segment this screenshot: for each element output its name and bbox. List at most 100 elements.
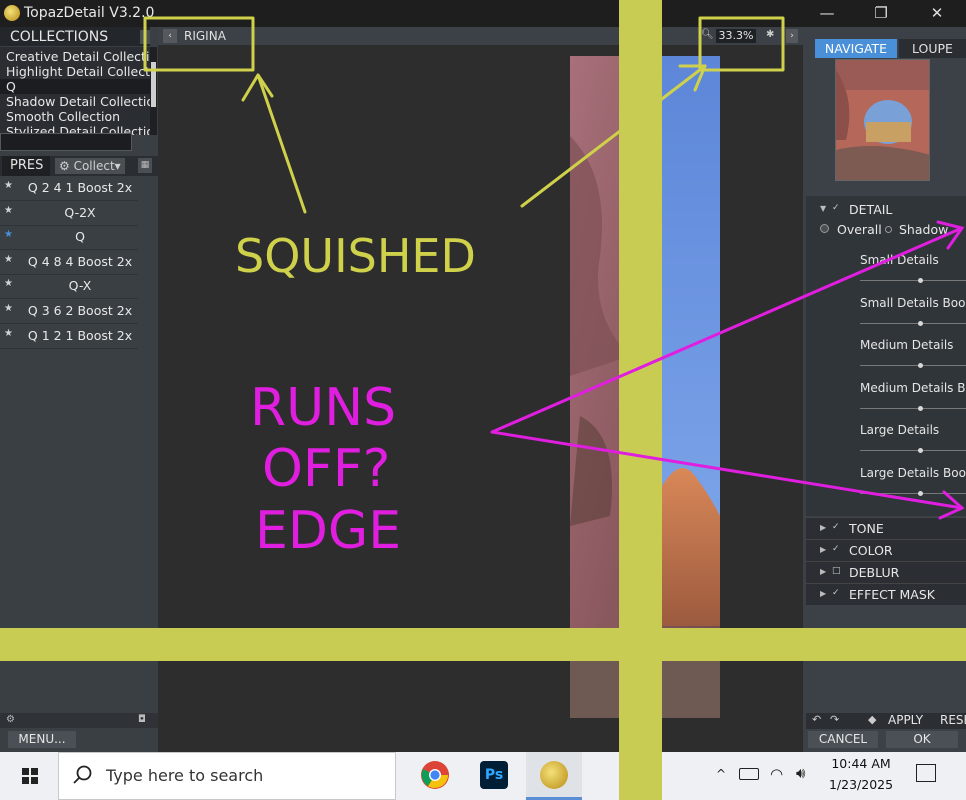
slider-handle[interactable] (918, 320, 923, 326)
preset-label: Q 4 8 4 Boost 2x (27, 253, 133, 269)
collection-item[interactable]: Creative Detail Collection (6, 49, 152, 64)
collect-dropdown[interactable]: ⚙ Collect▾ (55, 158, 125, 174)
camera-icon[interactable]: ◘ (138, 714, 146, 725)
settings-icon[interactable]: ⚙ (6, 714, 15, 725)
preset-row[interactable]: ★ Q 2 4 1 Boost 2x (0, 176, 138, 201)
windows-start-icon[interactable] (22, 768, 38, 784)
grid-view-icon[interactable]: ▦ (138, 158, 152, 173)
radio-overall-label: Overall (837, 222, 882, 237)
detail-section-title: DETAIL (849, 202, 893, 217)
view-mode-label[interactable]: RIGINA (184, 29, 226, 43)
preset-row[interactable]: ★ Q (0, 225, 138, 251)
chevron-left-icon[interactable]: ‹ (163, 29, 177, 43)
chevron-right-icon[interactable]: ▶ (820, 589, 826, 598)
section-title: EFFECT MASK (849, 587, 935, 602)
slider-track[interactable] (860, 365, 966, 366)
check-icon[interactable]: ✓ (832, 544, 840, 554)
reset-button[interactable]: RESET (940, 713, 966, 727)
search-icon (72, 764, 94, 786)
minimize-button[interactable]: — (802, 0, 852, 27)
collections-scroll-thumb[interactable] (151, 62, 156, 107)
chrome-icon[interactable] (420, 760, 450, 790)
gear-icon: ⚙ (59, 159, 74, 173)
battery-icon[interactable] (739, 768, 759, 780)
restore-button[interactable]: ❐ (856, 0, 906, 27)
check-icon[interactable]: ✓ (832, 522, 840, 532)
chevron-right-icon[interactable]: ▶ (820, 567, 826, 576)
photoshop-icon[interactable]: Ps (480, 761, 508, 789)
eraser-icon[interactable]: ◆ (868, 713, 876, 726)
check-icon[interactable]: ✓ (832, 588, 840, 598)
redo-icon[interactable]: ↷ (830, 713, 839, 726)
star-icon[interactable]: ★ (4, 328, 13, 339)
collection-item[interactable]: Smooth Collection (6, 109, 120, 124)
star-icon[interactable]: ★ (4, 303, 13, 314)
slider-handle[interactable] (918, 448, 923, 453)
star-icon[interactable]: ★ (4, 205, 13, 216)
chevron-down-icon[interactable]: ▼ (820, 204, 826, 213)
preview-image[interactable] (570, 56, 720, 718)
navigator-thumbnail[interactable] (835, 59, 930, 181)
collections-collapse-button[interactable] (140, 30, 150, 44)
slider-track[interactable] (860, 280, 966, 281)
chevron-right-icon[interactable]: ▶ (820, 523, 826, 532)
clock-time[interactable]: 10:44 AM (828, 756, 894, 771)
slider-track[interactable] (860, 407, 966, 409)
radio-shadow[interactable] (885, 226, 892, 233)
rock-photo (570, 56, 720, 718)
section-title: TONE (849, 521, 884, 536)
apply-button[interactable]: APPLY (888, 713, 923, 727)
radio-overall[interactable] (820, 224, 829, 233)
preset-label: Q 1 2 1 Boost 2x (27, 327, 133, 343)
slider-track[interactable] (860, 322, 966, 324)
preset-row[interactable]: ★ Q-X (0, 274, 138, 300)
zoom-settings-icon[interactable]: ✱ (766, 29, 778, 43)
tab-loupe[interactable]: LOUPE (899, 39, 966, 58)
preset-row[interactable]: ★ Q 1 2 1 Boost 2x (0, 324, 138, 349)
slider-handle[interactable] (918, 490, 923, 496)
section-header[interactable] (806, 517, 966, 539)
slider-track[interactable] (860, 450, 966, 451)
star-icon[interactable]: ★ (4, 180, 13, 191)
topaz-icon (540, 761, 568, 789)
wifi-icon[interactable]: ◠ (770, 765, 783, 783)
tab-navigate[interactable]: NAVIGATE (815, 39, 897, 58)
star-icon[interactable]: ★ (4, 278, 13, 289)
star-icon[interactable]: ★ (4, 254, 13, 265)
collection-name-field[interactable] (0, 133, 132, 151)
menu-button[interactable]: MENU... (8, 731, 76, 748)
slider-track[interactable] (860, 492, 966, 494)
chevron-right-icon[interactable]: › (786, 29, 798, 43)
ok-button[interactable]: OK (886, 731, 958, 748)
volume-icon[interactable]: 🔊︎ (796, 764, 805, 782)
presets-tab[interactable]: PRES (2, 156, 50, 176)
chevron-down-icon: ▾ (114, 159, 121, 173)
close-button[interactable]: ✕ (912, 0, 962, 27)
collection-item-selected[interactable]: Q (0, 79, 150, 94)
check-icon[interactable]: □ (832, 566, 841, 576)
preset-row[interactable]: ★ Q 4 8 4 Boost 2x (0, 250, 138, 275)
chevron-up-icon[interactable]: ^ (716, 767, 726, 781)
slider-label: Large Details Boost (860, 465, 966, 480)
slider-handle[interactable] (918, 278, 923, 283)
undo-icon[interactable]: ↶ (812, 713, 821, 726)
slider-handle[interactable] (918, 363, 923, 368)
clock-date[interactable]: 1/23/2025 (828, 777, 894, 792)
apply-bar: ↶ ↷ ◆ APPLY RESET (806, 713, 966, 729)
slider-handle[interactable] (918, 405, 923, 411)
preset-row[interactable]: ★ Q-2X (0, 201, 138, 226)
left-footer-bar: ⚙ ◘ (0, 713, 158, 728)
cancel-button[interactable]: CANCEL (808, 731, 878, 748)
star-icon[interactable]: ★ (4, 229, 13, 240)
collections-list: Creative Detail Collection Highlight Det… (0, 47, 152, 135)
preset-row[interactable]: ★ Q 3 6 2 Boost 2x (0, 299, 138, 324)
chevron-right-icon[interactable]: ▶ (820, 545, 826, 554)
topaz-logo-icon (4, 5, 20, 21)
preset-label: Q-2X (64, 204, 96, 220)
check-icon[interactable]: ✓ (832, 203, 840, 213)
notifications-icon[interactable] (916, 764, 936, 782)
zoom-field[interactable]: 33.3% (716, 29, 756, 43)
collection-item[interactable]: Highlight Detail Collection (6, 64, 152, 79)
collection-item[interactable]: Shadow Detail Collection (6, 94, 152, 109)
section-title: COLOR (849, 543, 893, 558)
